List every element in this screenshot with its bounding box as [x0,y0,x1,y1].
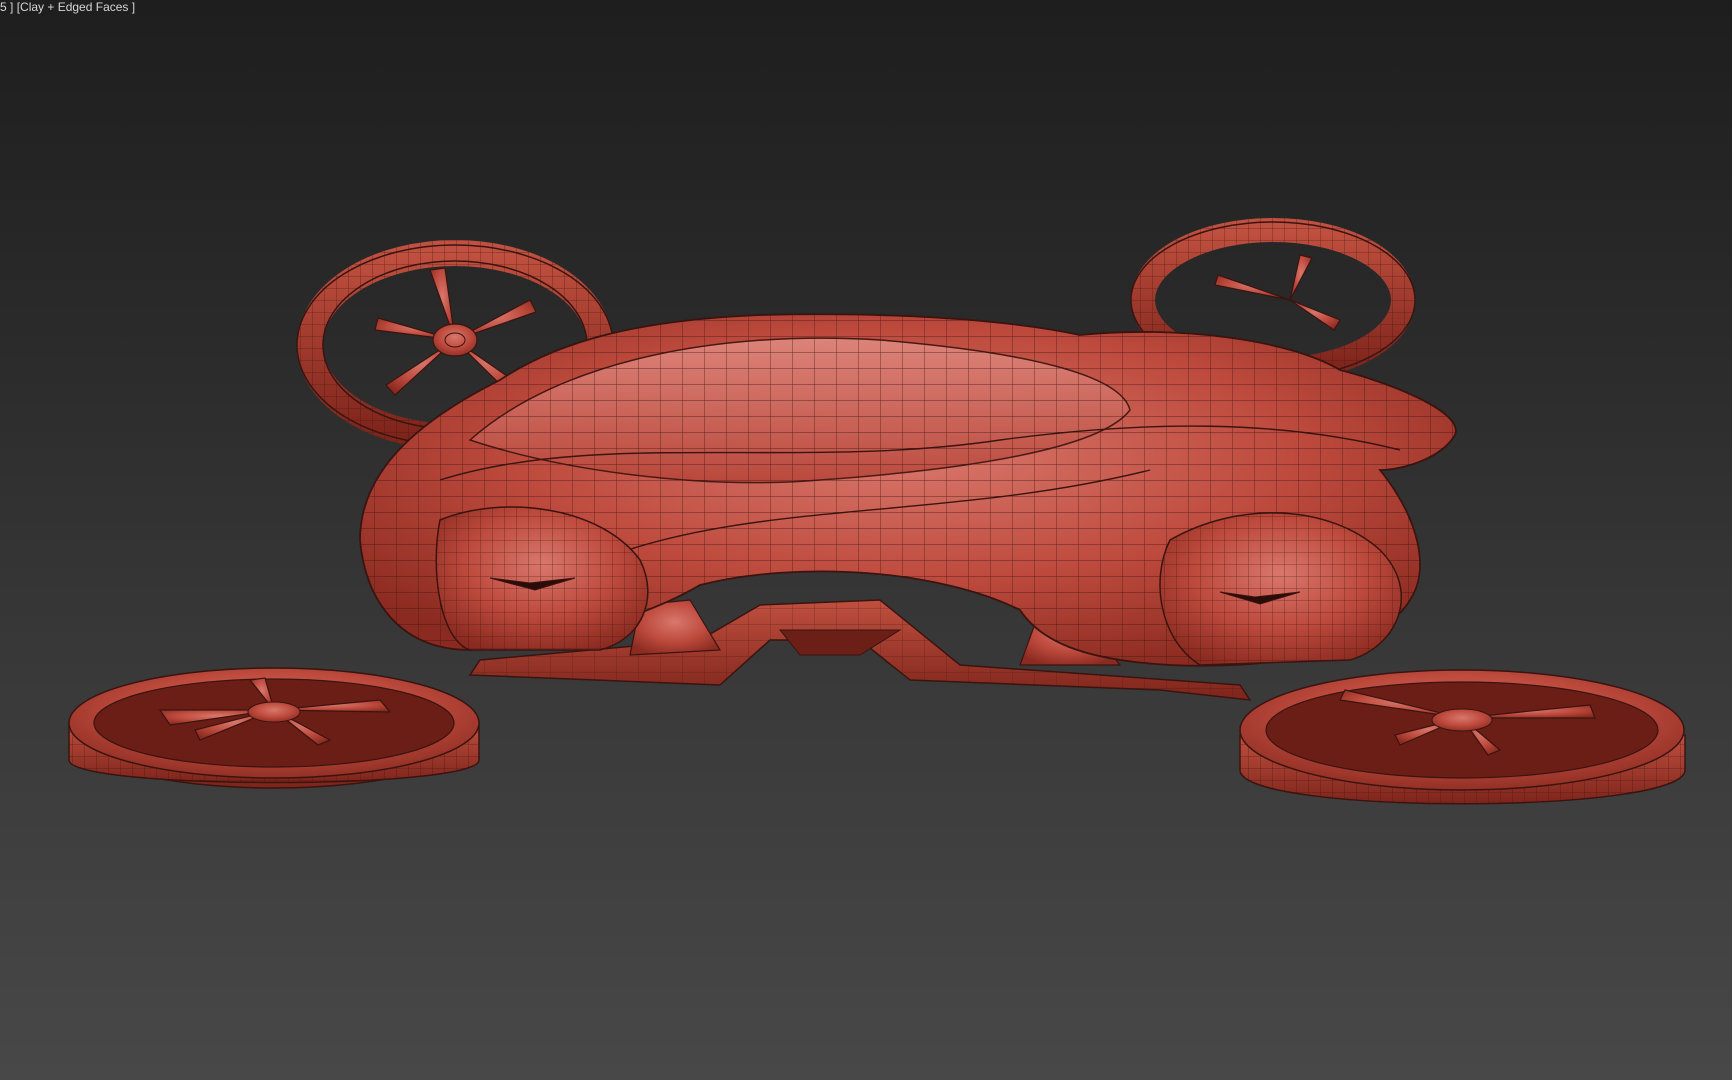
rotor-front-left [68,667,480,789]
drone-model-render [68,218,1686,805]
perspective-viewport[interactable]: 5 ] [Clay + Edged Faces ] [0,0,1732,1080]
rotor-front-right [1239,669,1686,805]
